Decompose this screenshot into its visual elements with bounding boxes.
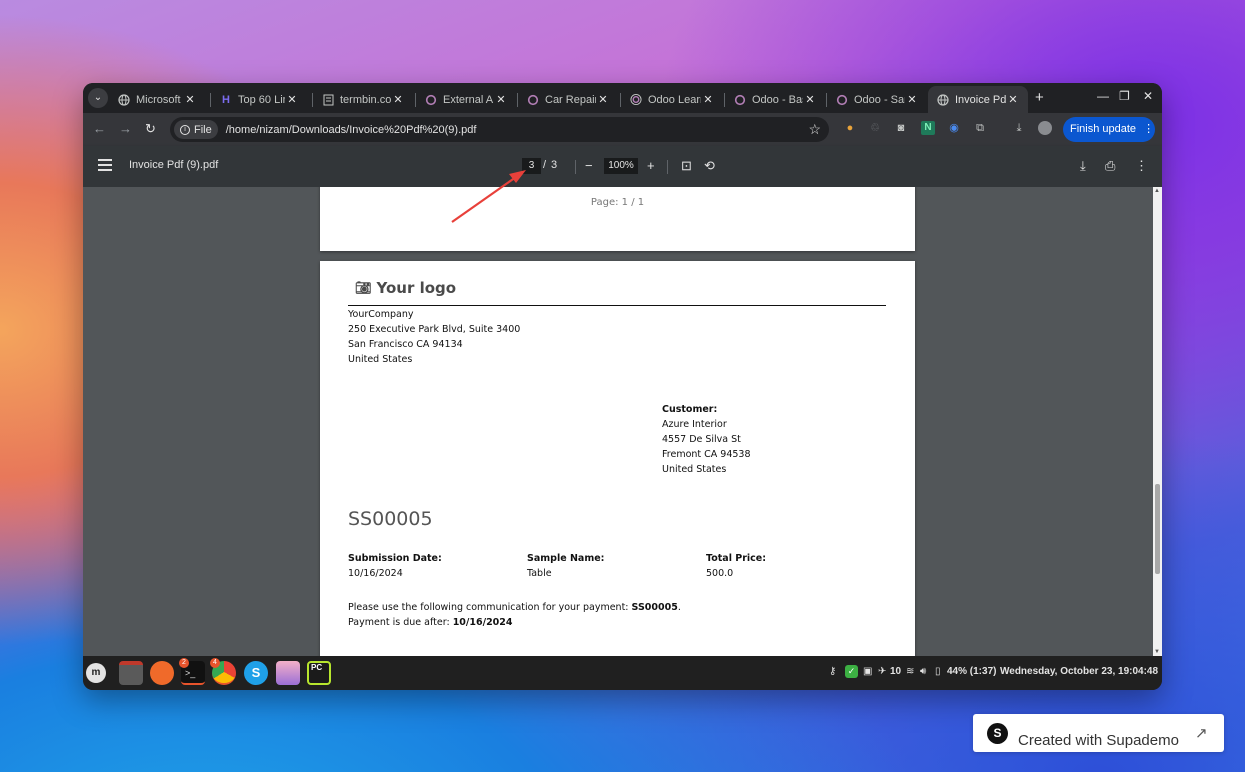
external-link-icon: ↗ <box>1195 725 1208 742</box>
annotation-arrow <box>451 170 526 223</box>
supademo-logo: S <box>987 723 1008 744</box>
supademo-badge[interactable]: S Created with Supademo ↗ <box>973 714 1224 752</box>
supademo-text: Created with Supademo <box>1018 732 1179 749</box>
